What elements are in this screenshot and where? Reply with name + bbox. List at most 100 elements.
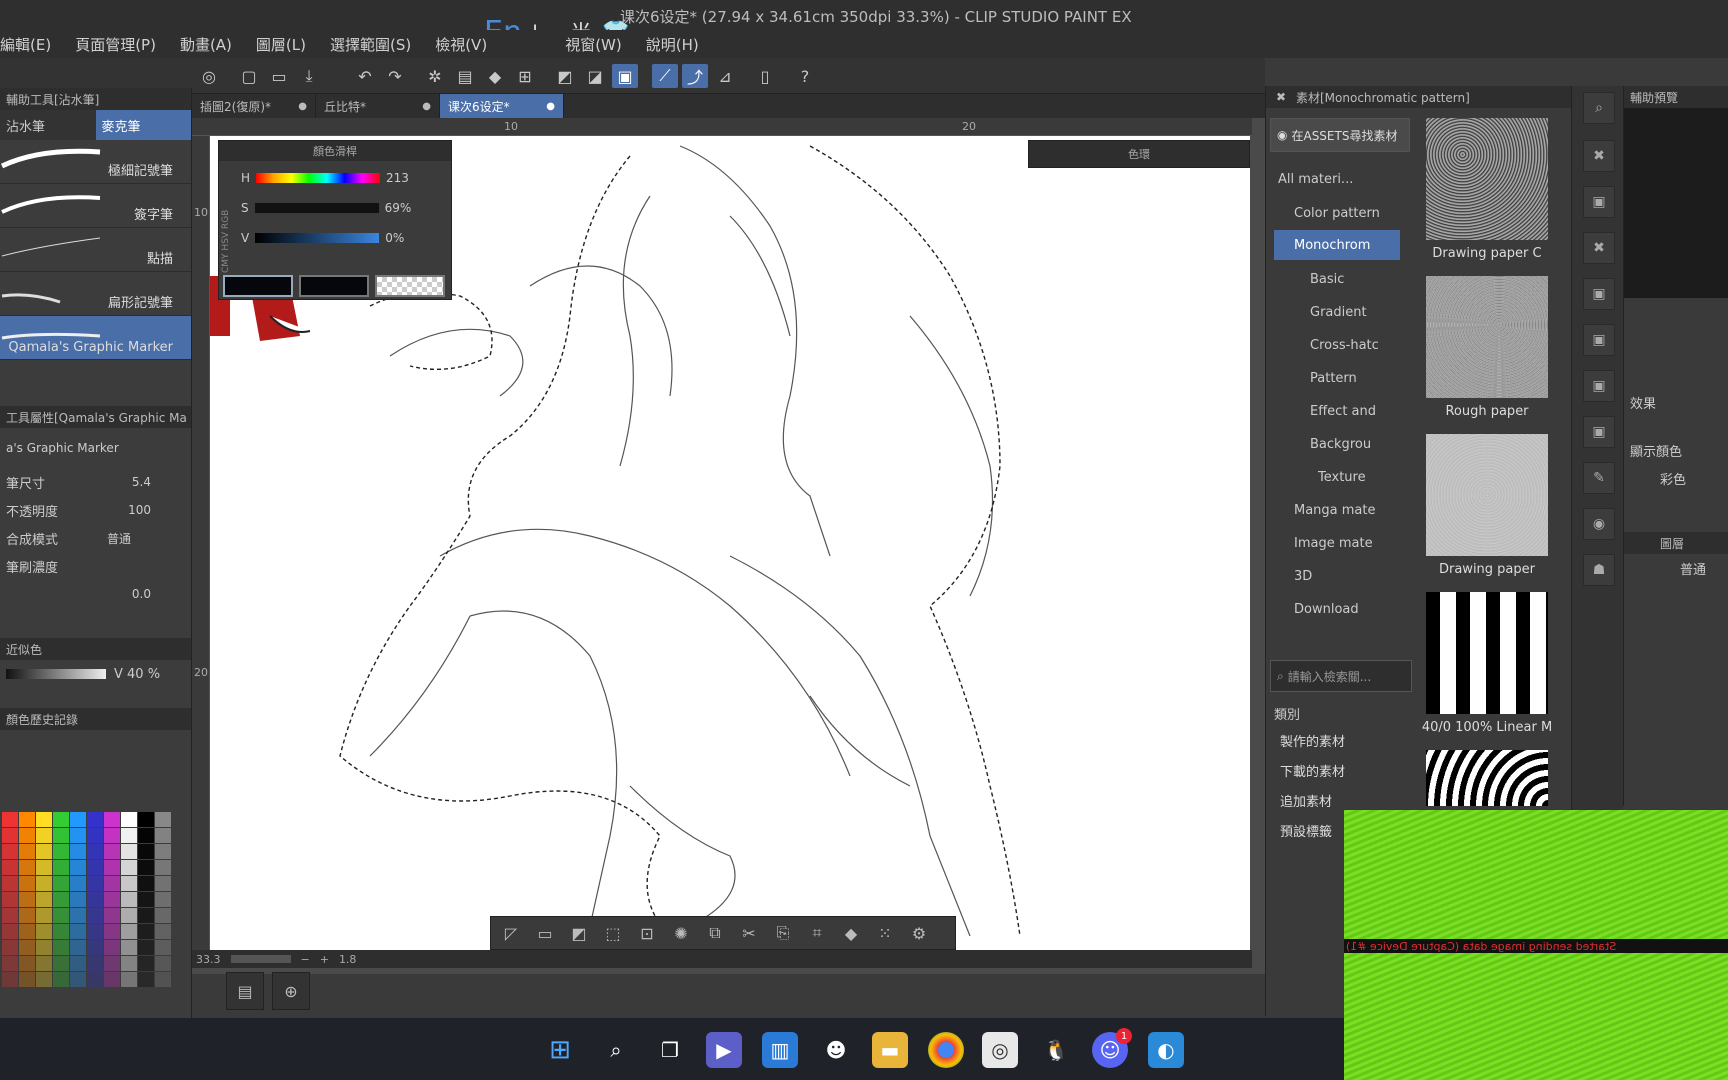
- tree-item[interactable]: Texture: [1274, 462, 1400, 492]
- palette-swatch[interactable]: [36, 812, 52, 827]
- palette-swatch[interactable]: [138, 876, 154, 891]
- palette-swatch[interactable]: [104, 828, 120, 843]
- display-color-value[interactable]: 彩色: [1630, 469, 1686, 488]
- palette-swatch[interactable]: [70, 956, 86, 971]
- palette-swatch[interactable]: [138, 908, 154, 923]
- brush-item-selected[interactable]: Qamala's Graphic Marker: [0, 316, 191, 360]
- snap-ruler-icon[interactable]: ⟋: [652, 64, 678, 88]
- palette-swatch[interactable]: [104, 876, 120, 891]
- brush-item[interactable]: 簽字筆: [0, 184, 191, 228]
- color-history-tab[interactable]: 顏色歷史記錄: [0, 708, 191, 730]
- search-icon[interactable]: ⌕: [1583, 92, 1615, 124]
- palette-swatch[interactable]: [87, 892, 103, 907]
- tree-item[interactable]: 3D: [1274, 561, 1400, 591]
- menu-edit[interactable]: 編輯(E): [0, 34, 51, 55]
- palette-swatch[interactable]: [121, 924, 137, 939]
- main-color-swatch[interactable]: [223, 275, 293, 297]
- alien-icon[interactable]: ☻: [818, 1032, 854, 1068]
- color-mode-tabs[interactable]: CMY HSV RGB: [221, 163, 237, 273]
- settings-icon[interactable]: ⚙: [907, 921, 931, 945]
- clip-logo-icon[interactable]: ◎: [196, 64, 222, 88]
- clear-selection-icon[interactable]: ◸: [499, 921, 523, 945]
- menu-layer[interactable]: 圖層(L): [256, 34, 306, 55]
- edit-icon[interactable]: ✎: [1583, 462, 1615, 494]
- palette-swatch[interactable]: [121, 860, 137, 875]
- palette-swatch[interactable]: [104, 892, 120, 907]
- material-thumbnail[interactable]: [1426, 750, 1548, 806]
- slider-value[interactable]: 69%: [385, 201, 412, 215]
- palette-swatch[interactable]: [36, 876, 52, 891]
- palette-swatch[interactable]: [104, 860, 120, 875]
- palette-swatch[interactable]: [53, 972, 69, 987]
- prop-extra[interactable]: 0.0: [0, 580, 191, 608]
- discord-icon[interactable]: ☺ 1: [1092, 1028, 1132, 1068]
- doc-tab-active[interactable]: 课次6设定* ●: [440, 94, 564, 118]
- palette-swatch[interactable]: [70, 940, 86, 955]
- material-thumbnail[interactable]: [1426, 118, 1548, 240]
- palette-swatch[interactable]: [2, 924, 18, 939]
- palette-swatch[interactable]: [70, 924, 86, 939]
- palette-swatch[interactable]: [104, 908, 120, 923]
- palette-swatch[interactable]: [121, 892, 137, 907]
- palette-swatch[interactable]: [19, 876, 35, 891]
- palette-swatch[interactable]: [2, 812, 18, 827]
- app-icon[interactable]: ◐: [1148, 1032, 1184, 1068]
- blend-select[interactable]: 普通: [1624, 554, 1728, 582]
- palette-swatch[interactable]: [70, 892, 86, 907]
- clear-outside-icon[interactable]: ▤: [452, 64, 478, 88]
- new-file-icon[interactable]: ▢: [236, 64, 262, 88]
- palette-swatch[interactable]: [70, 812, 86, 827]
- display-color-select[interactable]: 彩色: [1624, 464, 1728, 492]
- saturation-bar[interactable]: [254, 203, 379, 213]
- fill-icon[interactable]: ◆: [482, 64, 508, 88]
- material-thumbnail[interactable]: [1426, 592, 1548, 714]
- selection-hide-icon[interactable]: ◪: [582, 64, 608, 88]
- clear-icon[interactable]: ✲: [422, 64, 448, 88]
- palette-swatch[interactable]: [121, 940, 137, 955]
- palette-swatch[interactable]: [121, 876, 137, 891]
- palette-swatch[interactable]: [155, 860, 171, 875]
- tab-rgb[interactable]: RGB: [221, 210, 231, 229]
- v-slider-bar[interactable]: [6, 669, 106, 679]
- palette-swatch[interactable]: [53, 956, 69, 971]
- palette-swatch[interactable]: [53, 844, 69, 859]
- palette-swatch[interactable]: [19, 844, 35, 859]
- palette-swatch[interactable]: [138, 972, 154, 987]
- palette-swatch[interactable]: [36, 860, 52, 875]
- palette-swatch[interactable]: [19, 812, 35, 827]
- menu-selection[interactable]: 選擇範圍(S): [330, 34, 411, 55]
- palette-swatch[interactable]: [53, 892, 69, 907]
- palette-swatch[interactable]: [2, 892, 18, 907]
- palette-swatch[interactable]: [121, 908, 137, 923]
- palette-swatch[interactable]: [121, 972, 137, 987]
- material-search-input[interactable]: ⌕ 請輸入檢索關...: [1270, 660, 1412, 692]
- tree-item[interactable]: Pattern: [1274, 363, 1400, 393]
- doc-tab[interactable]: 插圖2(復原)* ●: [192, 94, 316, 118]
- palette-swatch[interactable]: [70, 876, 86, 891]
- zoom-value[interactable]: 33.3: [196, 953, 221, 966]
- sub-color-swatch[interactable]: [299, 275, 369, 297]
- palette-swatch[interactable]: [155, 972, 171, 987]
- palette-swatch[interactable]: [19, 940, 35, 955]
- qq-icon[interactable]: 🐧: [1038, 1032, 1074, 1068]
- help-icon[interactable]: ?: [792, 64, 818, 88]
- palette-swatch[interactable]: [155, 844, 171, 859]
- zoom-out-icon[interactable]: −: [301, 953, 310, 966]
- palette-swatch[interactable]: [87, 844, 103, 859]
- folder-icon[interactable]: ▣: [1583, 370, 1615, 402]
- doc-tab[interactable]: 丘比特* ●: [316, 94, 440, 118]
- snap-special-icon[interactable]: ⤴: [682, 64, 708, 88]
- folder-icon[interactable]: ▣: [1583, 186, 1615, 218]
- palette-swatch[interactable]: [87, 860, 103, 875]
- palette-swatch[interactable]: [138, 828, 154, 843]
- open-folder-icon[interactable]: ▭: [266, 64, 292, 88]
- chrome-icon[interactable]: [928, 1032, 964, 1068]
- close-icon[interactable]: ●: [546, 101, 555, 112]
- palette-swatch[interactable]: [121, 828, 137, 843]
- tree-item[interactable]: All materi...: [1274, 164, 1400, 194]
- folder-icon[interactable]: ▣: [1583, 324, 1615, 356]
- palette-swatch[interactable]: [121, 844, 137, 859]
- hue-bar[interactable]: [256, 173, 381, 183]
- palette-swatch[interactable]: [2, 876, 18, 891]
- scale-icon[interactable]: ⊡: [635, 921, 659, 945]
